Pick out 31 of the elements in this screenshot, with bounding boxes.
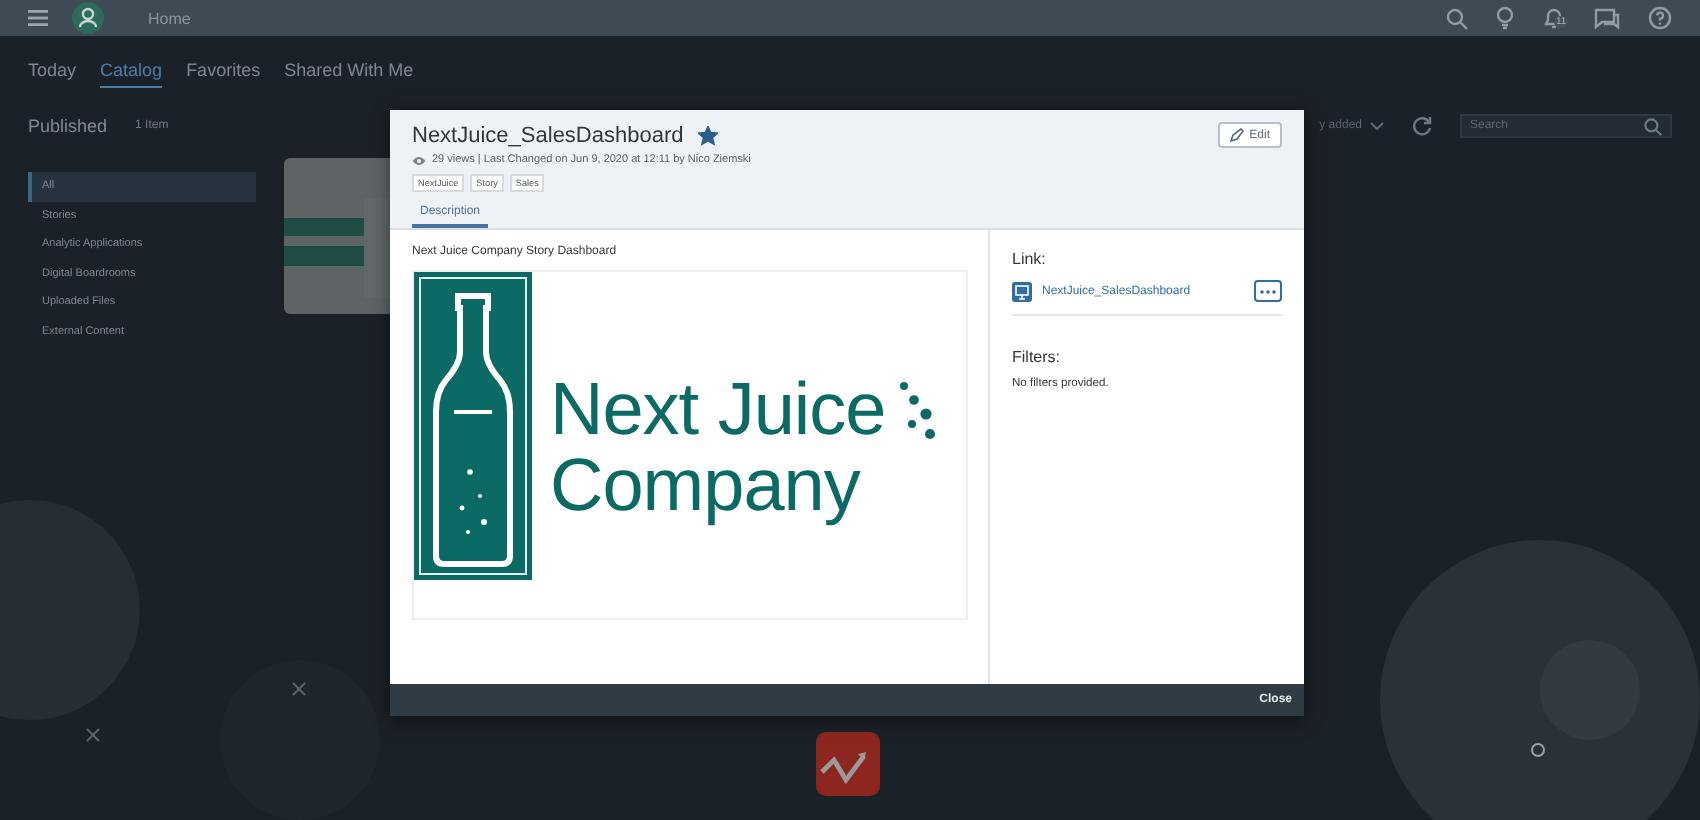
bell-icon[interactable]: [1542, 6, 1566, 30]
pencil-icon: [1229, 128, 1244, 142]
more-button[interactable]: [1254, 280, 1282, 302]
logo-text: Company: [550, 448, 860, 524]
section-title: Published: [28, 116, 108, 136]
chart-icon[interactable]: [816, 732, 880, 796]
section-heading: Link:: [1012, 250, 1048, 268]
tab[interactable]: Today: [28, 60, 77, 88]
refresh-icon[interactable]: [1412, 116, 1432, 136]
lightbulb-icon[interactable]: [1496, 6, 1514, 30]
sparkle-icon: [292, 682, 306, 696]
tab[interactable]: Shared With Me: [284, 60, 414, 88]
section-heading: Filters:: [1012, 348, 1062, 366]
chat-icon[interactable]: [1594, 7, 1620, 29]
help-icon[interactable]: [1648, 6, 1672, 30]
menu-icon[interactable]: [28, 10, 48, 26]
dialog-title: NextJuice_SalesDashboard: [412, 123, 684, 147]
logo-text: Next Juice: [550, 372, 886, 448]
sparkle-icon: [86, 728, 100, 742]
search-icon[interactable]: [1446, 7, 1468, 29]
ring-icon: [1530, 742, 1546, 758]
bubbles-icon: [897, 380, 938, 440]
avatar-icon[interactable]: [72, 2, 104, 34]
eye-icon: [412, 155, 426, 165]
story-icon: [1012, 281, 1032, 301]
tab[interactable]: Favorites: [186, 60, 261, 88]
page-title: Home: [148, 9, 191, 27]
caret-icon: [1370, 122, 1384, 130]
tab[interactable]: Catalog: [100, 60, 163, 88]
search-icon[interactable]: [1644, 118, 1662, 136]
star-icon[interactable]: [697, 125, 718, 145]
